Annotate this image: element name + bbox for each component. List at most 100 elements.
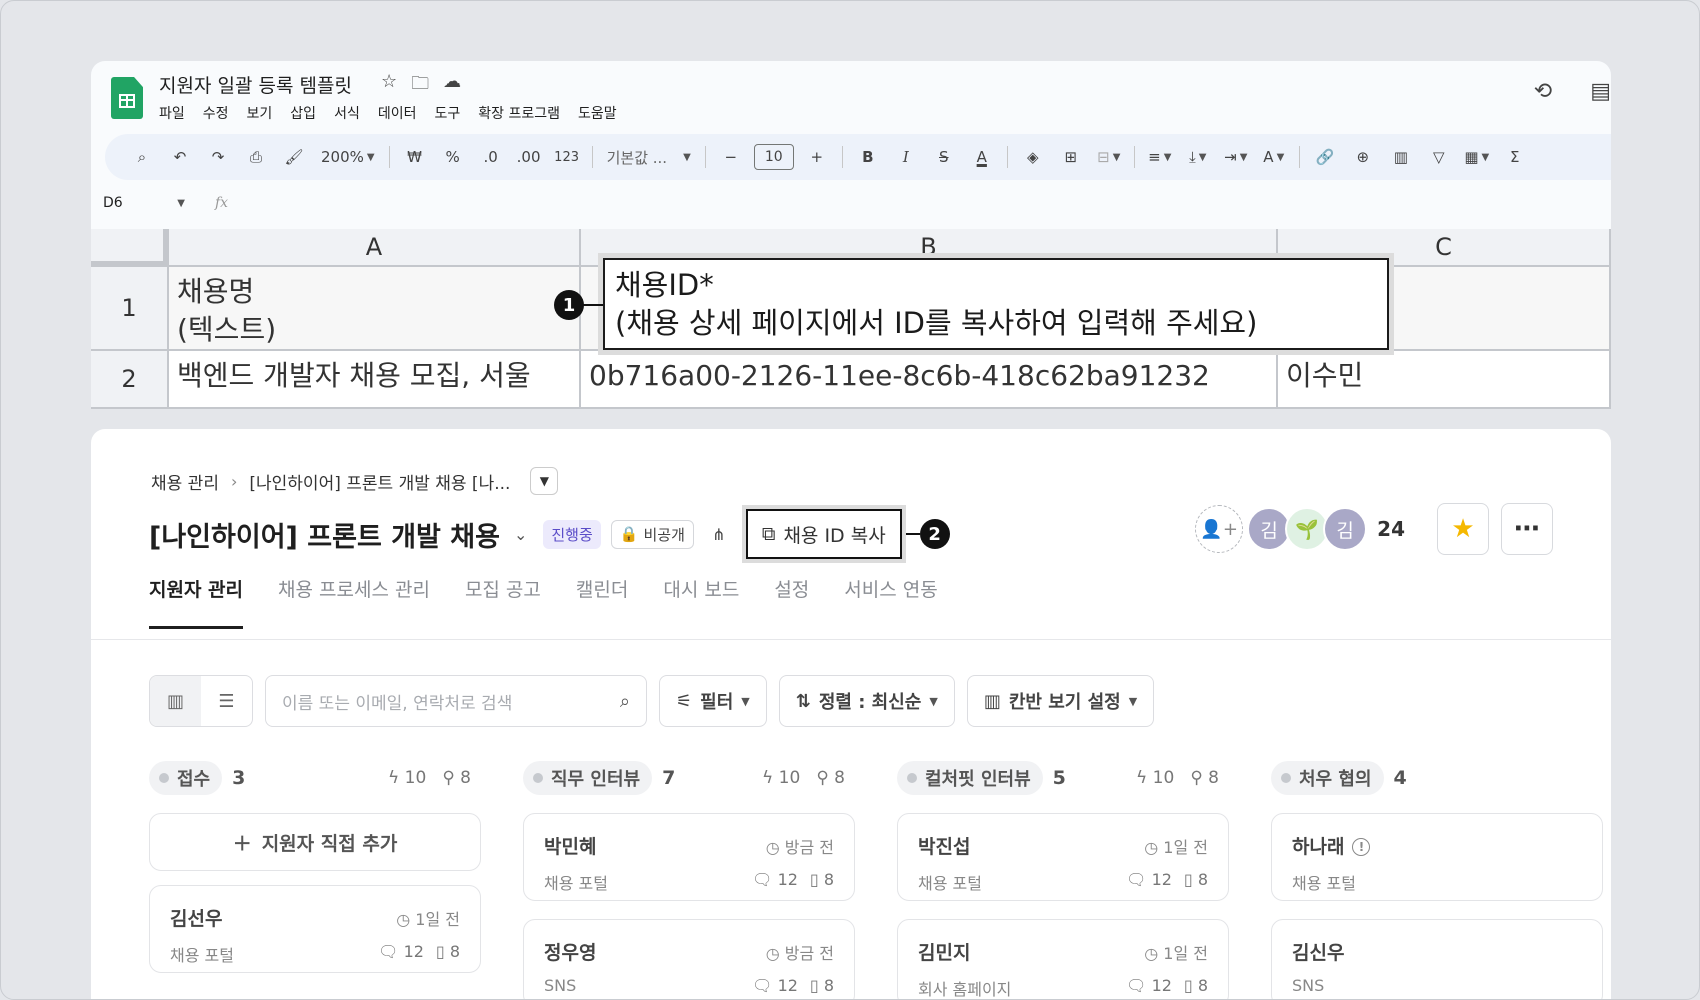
percent-format-button[interactable]: % bbox=[434, 142, 472, 172]
sheets-logo-icon[interactable] bbox=[111, 77, 143, 119]
strikethrough-icon[interactable]: S bbox=[925, 142, 963, 172]
font-size-input[interactable]: 10 bbox=[753, 144, 794, 170]
applicant-card[interactable]: 박민혜 ◷ 방금 전 채용 포털 🗨 12 ▯ 8 bbox=[523, 813, 855, 901]
cloud-status-icon[interactable]: ☁ bbox=[443, 71, 461, 101]
search-menus-icon[interactable]: ⌕ bbox=[123, 142, 161, 172]
tab-settings[interactable]: 설정 bbox=[774, 575, 809, 629]
applicant-card[interactable]: 김신우 SNS bbox=[1271, 919, 1603, 999]
breadcrumb: 채용 관리 › [나인하이어] 프론트 개발 채용 [나... ▼ bbox=[151, 467, 559, 495]
redo-icon[interactable]: ↷ bbox=[199, 142, 237, 172]
insert-chart-icon[interactable]: ▥ bbox=[1382, 142, 1420, 172]
applicant-card[interactable]: 김민지 ◷ 1일 전 회사 홈페이지 🗨 12 ▯ 8 bbox=[897, 919, 1229, 999]
name-box[interactable]: D6 ▼ bbox=[91, 195, 191, 211]
menu-tools[interactable]: 도구 bbox=[434, 103, 460, 123]
tab-dashboard[interactable]: 대시 보드 bbox=[663, 575, 739, 629]
zoom-select[interactable]: 200% ▼ bbox=[313, 142, 383, 172]
undo-icon[interactable]: ↶ bbox=[161, 142, 199, 172]
stage-stat-assignees: ⚲ 8 bbox=[442, 768, 471, 788]
applicant-card[interactable]: 박진섭 ◷ 1일 전 채용 포털 🗨 12 ▯ 8 bbox=[897, 813, 1229, 901]
fill-color-icon[interactable]: ◈ bbox=[1014, 142, 1052, 172]
breadcrumb-current[interactable]: [나인하이어] 프론트 개발 채용 [나... bbox=[249, 469, 510, 494]
search-input[interactable]: 이름 또는 이메일, 연락처로 검색 ⌕ bbox=[265, 675, 647, 727]
decrease-font-size-icon[interactable]: − bbox=[712, 142, 750, 172]
filter-button[interactable]: ⚟ 필터 ▼ bbox=[659, 675, 767, 727]
tab-bar: 지원자 관리 채용 프로세스 관리 모집 공고 캘린더 대시 보드 설정 서비스… bbox=[149, 575, 938, 629]
cell-a1[interactable]: 채용명 (텍스트) bbox=[169, 267, 581, 351]
annotation-callout-channel-id: 채용ID* (채용 상세 페이지에서 ID를 복사하여 입력해 주세요) bbox=[598, 253, 1394, 355]
more-formats-button[interactable]: 123 bbox=[548, 142, 586, 172]
cell-c2[interactable]: 이수민 bbox=[1278, 351, 1611, 409]
applicant-card[interactable]: 하나래! 채용 포털 bbox=[1271, 813, 1603, 901]
member-count[interactable]: 24 bbox=[1377, 517, 1405, 541]
menu-data[interactable]: 데이터 bbox=[378, 103, 417, 123]
tab-job-posting[interactable]: 모집 공고 bbox=[465, 575, 541, 629]
insert-link-icon[interactable]: 🔗 bbox=[1306, 142, 1344, 172]
list-view-icon[interactable]: ☰ bbox=[201, 676, 252, 726]
clock-icon: ◷ bbox=[1144, 944, 1159, 963]
stage-count: 4 bbox=[1393, 767, 1407, 789]
menu-extensions[interactable]: 확장 프로그램 bbox=[478, 103, 560, 123]
add-applicant-button[interactable]: ＋ 지원자 직접 추가 bbox=[149, 813, 481, 871]
paint-format-icon[interactable]: 🖌 bbox=[275, 142, 313, 172]
tab-applicants[interactable]: 지원자 관리 bbox=[149, 575, 244, 629]
chevron-down-icon[interactable]: ⌄ bbox=[514, 525, 527, 544]
column-header-a[interactable]: A bbox=[169, 229, 581, 267]
kanban-column: 접수 3 ϟ 10 ⚲ 8 ＋ 지원자 직접 추가 김선우 ◷ 1일 전 채용 포털… bbox=[149, 761, 481, 973]
star-icon[interactable]: ☆ bbox=[381, 71, 397, 101]
font-select[interactable]: 기본값 ... ▼ bbox=[599, 142, 699, 172]
vertical-align-icon[interactable]: ⤓ ▼ bbox=[1179, 142, 1217, 172]
copy-channel-id-button[interactable]: ⧉ 채용 ID 복사 bbox=[741, 505, 906, 563]
menu-insert[interactable]: 삽입 bbox=[290, 103, 316, 123]
increase-font-size-icon[interactable]: + bbox=[798, 142, 836, 172]
more-options-icon[interactable]: ⋯ bbox=[1501, 503, 1553, 555]
cell-b2[interactable]: 0b716a00-2126-11ee-8c6b-418c62ba91232 bbox=[581, 351, 1278, 409]
filter-icon[interactable]: ▽ bbox=[1420, 142, 1458, 172]
formula-bar-fx-label: fx bbox=[215, 195, 229, 211]
add-member-icon[interactable]: 👤+ bbox=[1195, 505, 1244, 553]
applicant-card[interactable]: 정우영 ◷ 방금 전 SNS 🗨 12 ▯ 8 bbox=[523, 919, 855, 999]
merge-cells-icon[interactable]: ⊟ ▼ bbox=[1090, 142, 1128, 172]
favorite-star-icon[interactable]: ★ bbox=[1437, 503, 1489, 555]
menu-edit[interactable]: 수정 bbox=[203, 103, 229, 123]
breadcrumb-root[interactable]: 채용 관리 bbox=[151, 469, 219, 494]
sort-button[interactable]: ⇅ 정렬 : 최신순 ▼ bbox=[778, 675, 955, 727]
avatar[interactable]: 김 bbox=[1323, 507, 1368, 551]
increase-decimal-button[interactable]: .00 bbox=[510, 142, 548, 172]
italic-icon[interactable]: I bbox=[887, 142, 925, 172]
text-rotation-icon[interactable]: A ▼ bbox=[1255, 142, 1293, 172]
menu-help[interactable]: 도움말 bbox=[578, 103, 617, 123]
menu-format[interactable]: 서식 bbox=[334, 103, 360, 123]
menu-view[interactable]: 보기 bbox=[247, 103, 273, 123]
tab-calendar[interactable]: 캘린더 bbox=[576, 575, 628, 629]
kanban-settings-button[interactable]: ▥ 칸반 보기 설정 ▼ bbox=[966, 675, 1155, 727]
menu-file[interactable]: 파일 bbox=[159, 103, 185, 123]
applicant-card[interactable]: 김선우 ◷ 1일 전 채용 포털 🗨 12 ▯ 8 bbox=[149, 885, 481, 973]
visibility-badge[interactable]: 🔒 비공개 bbox=[610, 519, 694, 549]
kanban-view-icon[interactable]: ▥ bbox=[150, 676, 201, 726]
functions-icon[interactable]: Σ bbox=[1496, 142, 1534, 172]
version-history-icon[interactable]: ⟲ bbox=[1534, 79, 1552, 104]
tab-process[interactable]: 채용 프로세스 관리 bbox=[278, 575, 430, 629]
decrease-decimal-button[interactable]: .0 bbox=[472, 142, 510, 172]
plus-icon: ＋ bbox=[232, 832, 252, 855]
insert-comment-icon[interactable]: ⊕ bbox=[1344, 142, 1382, 172]
row-header-2[interactable]: 2 bbox=[91, 351, 169, 409]
bold-icon[interactable]: B bbox=[849, 142, 887, 172]
text-wrap-icon[interactable]: ⇥ ▼ bbox=[1217, 142, 1255, 172]
kanban-column: 컬처핏 인터뷰 5 ϟ 10 ⚲ 8 박진섭 ◷ 1일 전 채용 포털 🗨 12 ▯… bbox=[897, 761, 1229, 999]
filter-views-icon[interactable]: ▦ ▼ bbox=[1458, 142, 1496, 172]
share-icon[interactable]: ⋔ bbox=[706, 521, 732, 547]
horizontal-align-icon[interactable]: ≡ ▼ bbox=[1141, 142, 1179, 172]
document-title[interactable]: 지원자 일괄 등록 템플릿 bbox=[159, 71, 352, 98]
row-header-1[interactable]: 1 bbox=[91, 267, 169, 351]
select-all-corner[interactable] bbox=[91, 229, 169, 267]
text-color-icon[interactable]: A bbox=[963, 142, 1001, 172]
currency-format-button[interactable]: ₩ bbox=[396, 142, 434, 172]
borders-icon[interactable]: ⊞ bbox=[1052, 142, 1090, 172]
print-icon[interactable]: ⎙ bbox=[237, 142, 275, 172]
tab-integrations[interactable]: 서비스 연동 bbox=[844, 575, 937, 629]
comments-icon[interactable]: ▤ bbox=[1590, 79, 1611, 104]
cell-a2[interactable]: 백엔드 개발자 채용 모집, 서울 bbox=[169, 351, 581, 409]
breadcrumb-dropdown-icon[interactable]: ▼ bbox=[530, 467, 559, 495]
move-folder-icon[interactable]: 🗀 bbox=[411, 71, 429, 101]
